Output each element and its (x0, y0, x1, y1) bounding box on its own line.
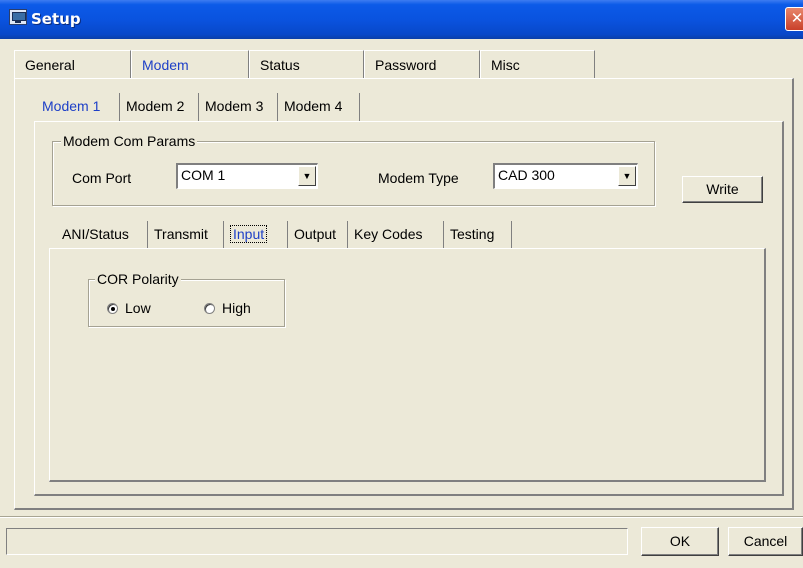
tab-input[interactable]: Input (224, 221, 288, 249)
tab-label: Modem 4 (284, 98, 343, 114)
tab-key-codes[interactable]: Key Codes (348, 221, 444, 249)
tab-modem-3[interactable]: Modem 3 (199, 93, 278, 121)
group-title: COR Polarity (95, 271, 181, 287)
cancel-button-label: Cancel (743, 533, 788, 549)
tab-general[interactable]: General (14, 50, 131, 78)
tab-label: Password (375, 57, 437, 73)
tab-misc[interactable]: Misc (480, 50, 595, 78)
group-title: Modem Com Params (61, 133, 198, 149)
ok-button-label: OK (669, 533, 691, 549)
modem-type-value: CAD 300 (498, 167, 555, 183)
tab-label: Modem 1 (42, 98, 101, 114)
modem-type-label: Modem Type (378, 170, 459, 186)
tab-label: Transmit (154, 226, 208, 242)
tab-output[interactable]: Output (288, 221, 348, 249)
tab-ani-status[interactable]: ANI/Status (56, 221, 148, 249)
write-button-label: Write (706, 181, 739, 197)
status-bar (6, 528, 628, 555)
low-radio[interactable] (107, 303, 118, 314)
com-port-label: Com Port (72, 170, 132, 186)
tab-label: Misc (491, 57, 520, 73)
window-title: Setup (31, 10, 81, 28)
tab-modem-2[interactable]: Modem 2 (120, 93, 199, 121)
tab-password[interactable]: Password (364, 50, 480, 78)
tab-label: Output (294, 226, 337, 242)
tab-modem[interactable]: Modem (131, 50, 249, 78)
chevron-down-icon[interactable]: ▼ (618, 166, 636, 186)
tab-modem-4[interactable]: Modem 4 (278, 93, 360, 121)
footer-separator (0, 516, 803, 518)
high-label[interactable]: High (222, 300, 251, 316)
tab-label: ANI/Status (62, 226, 129, 242)
tab-label: Modem 2 (126, 98, 185, 114)
ok-button[interactable]: OK (641, 527, 719, 556)
write-button[interactable]: Write (682, 176, 763, 203)
tab-label: Status (260, 57, 300, 73)
cancel-button[interactable]: Cancel (728, 527, 803, 556)
com-port-select[interactable]: COM 1 ▼ (176, 163, 318, 189)
tab-label: Key Codes (354, 226, 423, 242)
close-icon: ✕ (790, 9, 803, 27)
close-button[interactable]: ✕ (785, 7, 803, 31)
tab-testing[interactable]: Testing (444, 221, 512, 249)
com-port-value: COM 1 (181, 167, 226, 183)
tab-label: General (25, 57, 75, 73)
tab-label: Input (230, 225, 268, 243)
chevron-down-icon[interactable]: ▼ (298, 166, 316, 186)
low-label[interactable]: Low (125, 300, 151, 316)
computer-icon (9, 9, 27, 25)
tab-transmit[interactable]: Transmit (148, 221, 224, 249)
high-radio[interactable] (204, 303, 215, 314)
tab-status[interactable]: Status (249, 50, 364, 78)
cor-polarity-group: COR Polarity (88, 271, 285, 327)
title-bar: Setup ✕ (0, 0, 803, 39)
tab-label: Modem 3 (205, 98, 264, 114)
tab-modem-1[interactable]: Modem 1 (36, 93, 120, 121)
tab-label: Testing (450, 226, 495, 242)
tab-label: Modem (142, 57, 189, 73)
modem-type-select[interactable]: CAD 300 ▼ (493, 163, 638, 189)
